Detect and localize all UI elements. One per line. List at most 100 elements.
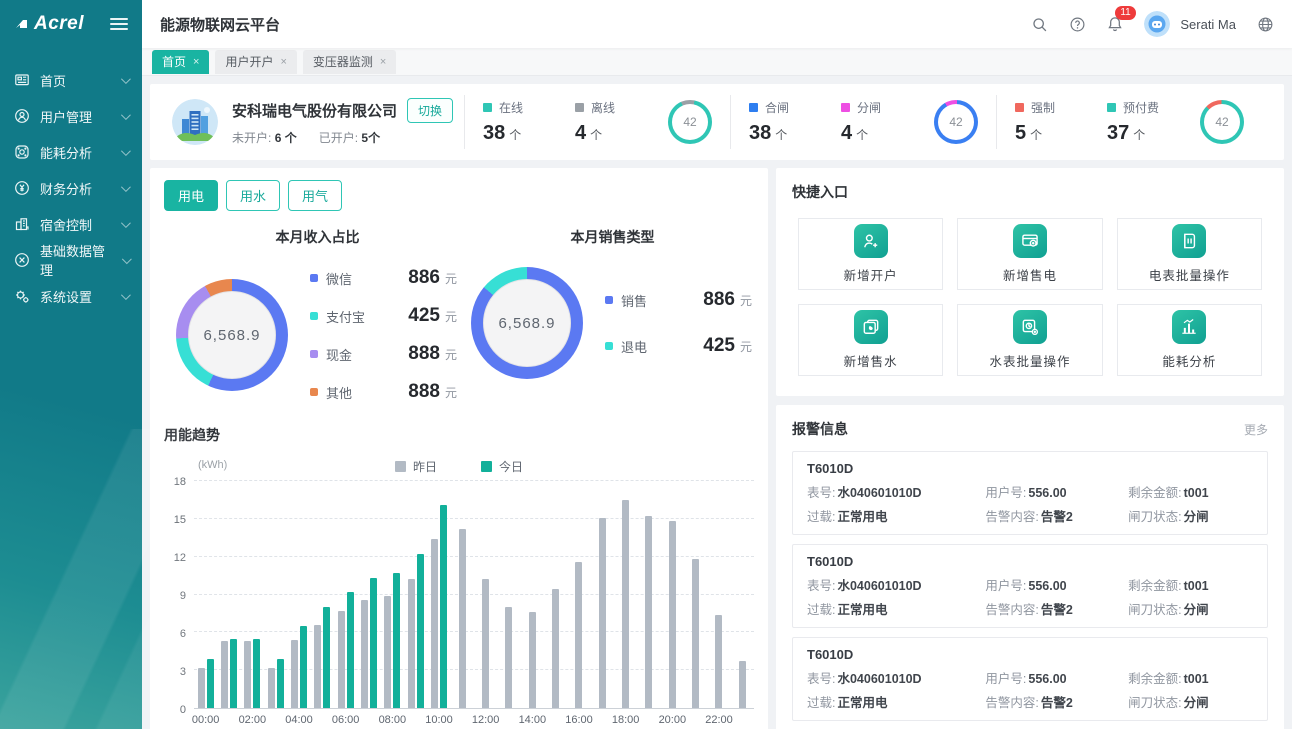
tab-gas[interactable]: 用气	[288, 180, 342, 211]
quick-entry-tiles: 新增开户 新增售电	[792, 214, 1268, 382]
tile-energy-analysis[interactable]: 能耗分析	[1117, 304, 1262, 376]
legend-color-square	[481, 461, 492, 472]
content: 安科瑞电气股份有限公司 切换 未开户: 6 个 已开户: 5个 在线 38个	[142, 76, 1292, 729]
tab-close-icon[interactable]: ×	[380, 56, 386, 68]
income-legend: 微信886元 支付宝425元 现金888元 其他888元	[310, 267, 457, 403]
legend-yesterday[interactable]: 昨日	[395, 458, 437, 475]
legend-color-square	[841, 103, 850, 112]
tab-transformer-monitor[interactable]: 变压器监测 ×	[303, 50, 396, 74]
alarm-field-switch-state: 闸刀状态:分闸	[1128, 599, 1253, 618]
sidebar-item-home[interactable]: 首页	[0, 62, 142, 98]
top-header: 能源物联网云平台 11 Serati Ma	[142, 0, 1292, 48]
chevron-down-icon	[121, 110, 131, 120]
legend-today[interactable]: 今日	[481, 458, 523, 475]
chevron-down-icon	[121, 182, 131, 192]
alarm-card[interactable]: T6010D 表号:水040601010D 用户号:556.00 剩余金额:t0…	[792, 544, 1268, 628]
y-axis-unit: (kWh)	[198, 459, 227, 471]
sidebar-item-base-data[interactable]: 基础数据管理	[0, 242, 142, 278]
user-add-icon	[854, 224, 888, 258]
chevron-down-icon	[121, 218, 131, 228]
tile-water-meter-batch[interactable]: 水表批量操作	[957, 304, 1102, 376]
alarm-panel: 报警信息 更多 T6010D 表号:水040601010D 用户号:556.00…	[776, 405, 1284, 729]
tab-close-icon[interactable]: ×	[193, 56, 199, 68]
legend-item: 微信886元	[310, 267, 457, 289]
stat-prepaid: 预付费 37个	[1107, 99, 1199, 145]
water-meter-batch-icon	[1013, 310, 1047, 344]
alarm-field-meter-no: 表号:水040601010D	[807, 575, 985, 594]
opened-stat: 已开户: 5个	[319, 129, 380, 146]
chevron-down-icon	[121, 254, 131, 264]
search-icon[interactable]	[1030, 15, 1048, 33]
alarm-field-overload: 过载:正常用电	[807, 506, 985, 525]
online-offline-section: 在线 38个 离线 4个 42	[465, 99, 730, 145]
menu-collapse-icon[interactable]	[110, 15, 128, 33]
sidebar-item-energy-analysis[interactable]: 能耗分析	[0, 134, 142, 170]
quick-entry-panel: 快捷入口 新增开户	[776, 168, 1284, 396]
trend-legend: (kWh) 昨日 今日	[164, 455, 754, 477]
alarm-field-switch-state: 闸刀状态:分闸	[1128, 692, 1253, 711]
legend-item: 销售886元	[605, 289, 752, 311]
prepaid-ratio-donut: 42	[1200, 100, 1244, 144]
sidebar-item-user-management[interactable]: 用户管理	[0, 98, 142, 134]
tab-electricity[interactable]: 用电	[164, 180, 218, 211]
right-column: 快捷入口 新增开户	[776, 168, 1284, 729]
legend-color-dot	[605, 296, 613, 304]
alarm-field-user-no: 用户号:556.00	[985, 575, 1128, 594]
energy-dashboard-card: 用电 用水 用气 本月收入占比 6,568.9	[150, 168, 768, 729]
more-link[interactable]: 更多	[1244, 421, 1268, 438]
sidebar-item-dorm-control[interactable]: 宿舍控制	[0, 206, 142, 242]
tab-user-open-account[interactable]: 用户开户 ×	[215, 50, 296, 74]
sidebar-item-label: 基础数据管理	[40, 241, 112, 279]
legend-color-square	[483, 103, 492, 112]
alarm-card[interactable]: T6010D 表号:水040601010D 用户号:556.00 剩余金额:t0…	[792, 637, 1268, 721]
legend-color-square	[1107, 103, 1116, 112]
stat-offline: 离线 4个	[575, 99, 667, 145]
alarm-field-user-no: 用户号:556.00	[985, 668, 1128, 687]
sidebar-item-system-settings[interactable]: 系统设置	[0, 278, 142, 314]
chart-title: 本月销售类型	[471, 227, 754, 247]
sidebar-item-label: 用户管理	[40, 107, 92, 126]
company-info: 安科瑞电气股份有限公司 切换 未开户: 6 个 已开户: 5个	[232, 98, 453, 146]
alarm-field-user-no: 用户号:556.00	[985, 482, 1128, 501]
chevron-down-icon	[121, 74, 131, 84]
legend-color-dot	[310, 388, 318, 396]
switch-company-button[interactable]: 切换	[407, 98, 453, 123]
online-ratio-donut: 42	[668, 100, 712, 144]
alarm-field-meter-no: 表号:水040601010D	[807, 668, 985, 687]
notifications-bell-icon[interactable]: 11	[1106, 15, 1124, 33]
monthly-sales-chart: 本月销售类型 6,568.9 销售886元 退电425元	[459, 227, 754, 403]
user-icon	[14, 108, 30, 124]
page-title: 能源物联网云平台	[160, 14, 280, 35]
tile-sell-electricity[interactable]: 新增售电	[957, 218, 1102, 290]
company-name: 安科瑞电气股份有限公司	[232, 100, 397, 121]
logo-row: Acrel	[0, 0, 142, 48]
sidebar-item-finance-analysis[interactable]: 财务分析	[0, 170, 142, 206]
switch-state-section: 合闸 38个 分闸 4个 42	[731, 99, 996, 145]
base-data-icon	[14, 252, 30, 268]
tab-water[interactable]: 用水	[226, 180, 280, 211]
switch-ratio-donut: 42	[934, 100, 978, 144]
tab-home[interactable]: 首页 ×	[152, 50, 209, 74]
not-opened-stat: 未开户: 6 个	[232, 129, 297, 146]
legend-item: 支付宝425元	[310, 305, 457, 327]
alarm-list: T6010D 表号:水040601010D 用户号:556.00 剩余金额:t0…	[792, 451, 1268, 729]
overview-stats-card: 安科瑞电气股份有限公司 切换 未开户: 6 个 已开户: 5个 在线 38个	[150, 84, 1284, 160]
avatar[interactable]	[1144, 11, 1170, 37]
help-icon[interactable]	[1068, 15, 1086, 33]
bar-plot-area	[194, 481, 754, 709]
header-actions: 11 Serati Ma	[1030, 11, 1274, 37]
company-avatar	[172, 99, 218, 145]
language-globe-icon[interactable]	[1256, 15, 1274, 33]
sales-donut: 6,568.9	[471, 267, 583, 379]
alarm-card[interactable]: T6010D 表号:水040601010D 用户号:556.00 剩余金额:t0…	[792, 451, 1268, 535]
sidebar-menu: 首页 用户管理 能耗分析 财务分析	[0, 62, 142, 314]
sidebar-item-label: 能耗分析	[40, 143, 92, 162]
tab-close-icon[interactable]: ×	[280, 56, 286, 68]
legend-color-square	[575, 103, 584, 112]
trend-bar-chart: 0369121518	[164, 481, 754, 709]
tile-electric-meter-batch[interactable]: 电表批量操作	[1117, 218, 1262, 290]
user-name[interactable]: Serati Ma	[1180, 17, 1236, 32]
alarm-device-id: T6010D	[807, 647, 1253, 662]
tile-sell-water[interactable]: 新增售水	[798, 304, 943, 376]
tile-new-account[interactable]: 新增开户	[798, 218, 943, 290]
